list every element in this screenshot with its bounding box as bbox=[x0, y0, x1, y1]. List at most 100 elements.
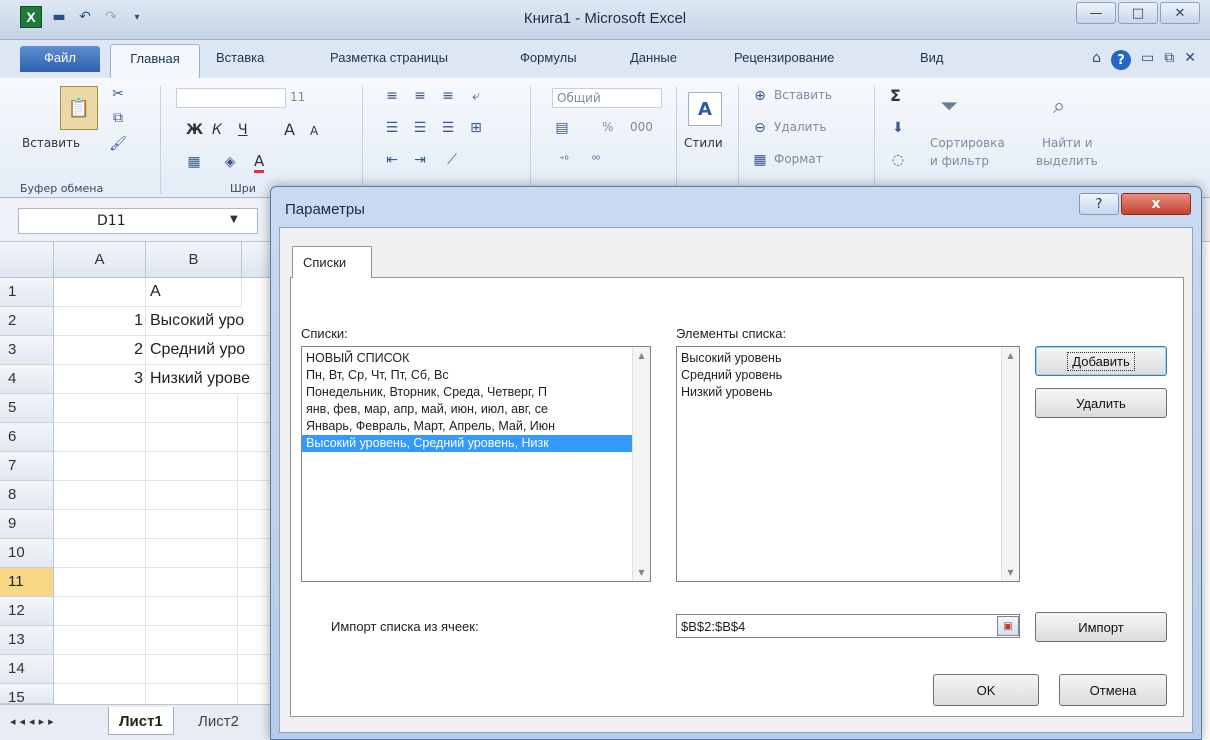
row-header[interactable]: 10 bbox=[0, 539, 54, 568]
underline-button[interactable]: Ч bbox=[238, 122, 248, 138]
delete-button[interactable]: Удалить bbox=[1035, 388, 1167, 418]
maximize-icon[interactable]: □ bbox=[1118, 2, 1158, 24]
find-select-label-1[interactable]: Найти и bbox=[1042, 136, 1093, 150]
row-header[interactable]: 12 bbox=[0, 597, 54, 626]
row-header[interactable]: 2 bbox=[0, 307, 54, 336]
increase-decimal-icon[interactable]: ⁺⁰ bbox=[552, 152, 576, 168]
insert-cells-icon[interactable]: ⊕ bbox=[752, 88, 768, 104]
cell-a4[interactable]: 3 bbox=[54, 365, 146, 394]
row-header[interactable]: 6 bbox=[0, 423, 54, 452]
scroll-up-icon[interactable]: ▲ bbox=[1002, 347, 1019, 364]
font-size-box[interactable]: 11 bbox=[290, 90, 305, 104]
styles-button[interactable]: Стили bbox=[684, 136, 723, 150]
format-painter-icon[interactable]: 🖌 bbox=[109, 136, 127, 152]
cell-b1[interactable]: А bbox=[146, 278, 242, 307]
minimize-ribbon-icon[interactable]: ⌂ bbox=[1092, 50, 1101, 70]
list-item-selected[interactable]: Высокий уровень, Средний уровень, Низк bbox=[302, 435, 632, 452]
add-button[interactable]: Добавить bbox=[1035, 346, 1167, 376]
scroll-up-icon[interactable]: ▲ bbox=[633, 347, 650, 364]
decrease-indent-icon[interactable]: ⇤ bbox=[382, 152, 402, 168]
scroll-down-icon[interactable]: ▼ bbox=[633, 564, 650, 581]
align-top-icon[interactable]: ≡ bbox=[382, 88, 402, 104]
align-middle-icon[interactable]: ≡ bbox=[410, 88, 430, 104]
wrap-text-icon[interactable]: ⤶ bbox=[466, 88, 486, 104]
cell-b3[interactable]: Средний урo bbox=[146, 336, 276, 365]
list-item[interactable]: янв, фев, мар, апр, май, июн, июл, авг, … bbox=[302, 401, 632, 418]
row-header[interactable]: 9 bbox=[0, 510, 54, 539]
tab-lists[interactable]: Списки bbox=[292, 246, 372, 278]
format-cells-icon[interactable]: ▦ bbox=[752, 152, 768, 168]
align-center-icon[interactable]: ☰ bbox=[410, 120, 430, 136]
list-item[interactable]: НОВЫЙ СПИСОК bbox=[302, 350, 632, 367]
entries-scrollbar[interactable]: ▲ ▼ bbox=[1001, 347, 1019, 581]
close-window-icon[interactable]: ✕ bbox=[1160, 2, 1200, 24]
empty-cells-area[interactable] bbox=[54, 394, 290, 704]
custom-lists-listbox[interactable]: НОВЫЙ СПИСОК Пн, Вт, Ср, Чт, Пт, Сб, Вс … bbox=[301, 346, 651, 582]
increase-indent-icon[interactable]: ⇥ bbox=[410, 152, 430, 168]
worksheet-grid[interactable]: A B 1 2 3 4 5 6 7 8 9 10 11 12 13 14 15 … bbox=[0, 242, 290, 704]
percent-button[interactable]: % bbox=[602, 120, 613, 134]
scroll-down-icon[interactable]: ▼ bbox=[1002, 564, 1019, 581]
paste-button[interactable]: Вставить bbox=[22, 136, 80, 150]
row-header[interactable]: 5 bbox=[0, 394, 54, 423]
row-header[interactable]: 13 bbox=[0, 626, 54, 655]
styles-icon[interactable]: A bbox=[688, 92, 722, 126]
clear-icon[interactable]: ◌ bbox=[890, 152, 906, 168]
dialog-help-button[interactable]: ? bbox=[1079, 193, 1119, 215]
tab-data[interactable]: Данные bbox=[630, 50, 677, 65]
paste-icon[interactable]: 📋 bbox=[60, 86, 98, 130]
insert-cells-button[interactable]: Вставить bbox=[774, 88, 832, 102]
row-header[interactable]: 8 bbox=[0, 481, 54, 510]
shrink-font-button[interactable]: A bbox=[310, 124, 318, 138]
align-right-icon[interactable]: ☰ bbox=[438, 120, 458, 136]
tab-file[interactable]: Файл bbox=[20, 46, 100, 72]
list-entries-textarea[interactable]: Высокий уровень Средний уровень Низкий у… bbox=[676, 346, 1020, 582]
tab-home[interactable]: Главная bbox=[110, 44, 200, 78]
list-item[interactable]: Пн, Вт, Ср, Чт, Пт, Сб, Вс bbox=[302, 367, 632, 384]
align-bottom-icon[interactable]: ≡ bbox=[438, 88, 458, 104]
dialog-close-button[interactable]: x bbox=[1121, 193, 1191, 215]
import-range-input[interactable]: $B$2:$B$4 bbox=[676, 614, 1020, 638]
find-select-label-2[interactable]: выделить bbox=[1036, 154, 1098, 168]
thousands-button[interactable]: 000 bbox=[630, 120, 653, 134]
currency-icon[interactable]: ▤ bbox=[552, 120, 572, 136]
grow-font-button[interactable]: A bbox=[284, 120, 295, 139]
font-color-button[interactable]: A bbox=[254, 152, 265, 173]
import-button[interactable]: Импорт bbox=[1035, 612, 1167, 642]
doc-restore-icon[interactable]: ⧉ bbox=[1164, 50, 1174, 70]
doc-close-icon[interactable]: ✕ bbox=[1184, 50, 1196, 70]
tab-formulas[interactable]: Формулы bbox=[520, 50, 577, 65]
cut-icon[interactable]: ✂ bbox=[110, 86, 126, 102]
ok-button[interactable]: OK bbox=[933, 674, 1039, 706]
copy-icon[interactable]: ⧉ bbox=[110, 110, 126, 126]
sort-filter-label-1[interactable]: Сортировка bbox=[930, 136, 1005, 150]
column-header-b[interactable]: B bbox=[146, 242, 242, 278]
sheet-tab-active[interactable]: Лист1 bbox=[108, 707, 174, 735]
autosum-button[interactable]: Σ bbox=[890, 86, 901, 105]
list-item[interactable]: Январь, Февраль, Март, Апрель, Май, Июн bbox=[302, 418, 632, 435]
tab-review[interactable]: Рецензирование bbox=[734, 50, 834, 65]
sort-filter-label-2[interactable]: и фильтр bbox=[930, 154, 989, 168]
doc-minimize-icon[interactable]: ▭ bbox=[1141, 50, 1154, 70]
list-item[interactable]: Понедельник, Вторник, Среда, Четверг, П bbox=[302, 384, 632, 401]
row-header[interactable]: 1 bbox=[0, 278, 54, 307]
align-left-icon[interactable]: ☰ bbox=[382, 120, 402, 136]
format-cells-button[interactable]: Формат bbox=[774, 152, 823, 166]
cancel-button[interactable]: Отмена bbox=[1059, 674, 1167, 706]
row-header-selected[interactable]: 11 bbox=[0, 568, 54, 597]
find-select-icon[interactable]: ⌕ bbox=[1042, 86, 1076, 126]
name-box[interactable]: D11 bbox=[18, 208, 258, 234]
tab-view[interactable]: Вид bbox=[920, 50, 944, 65]
select-all-corner[interactable] bbox=[0, 242, 54, 278]
cell-a3[interactable]: 2 bbox=[54, 336, 146, 365]
fill-color-icon[interactable]: ◈ bbox=[222, 154, 238, 170]
cell-b2[interactable]: Высокий уро bbox=[146, 307, 276, 336]
cell-b4[interactable]: Низкий урове bbox=[146, 365, 276, 394]
name-box-dropdown-icon[interactable]: ▼ bbox=[230, 214, 238, 225]
cell-a2[interactable]: 1 bbox=[54, 307, 146, 336]
tab-insert[interactable]: Вставка bbox=[216, 50, 264, 65]
minimize-icon[interactable]: — bbox=[1076, 2, 1116, 24]
collapse-dialog-icon[interactable]: ▣ bbox=[997, 616, 1019, 636]
sheet-nav-arrows-icon[interactable]: ◂◂◂▸▸ bbox=[10, 715, 58, 728]
delete-cells-button[interactable]: Удалить bbox=[774, 120, 827, 134]
